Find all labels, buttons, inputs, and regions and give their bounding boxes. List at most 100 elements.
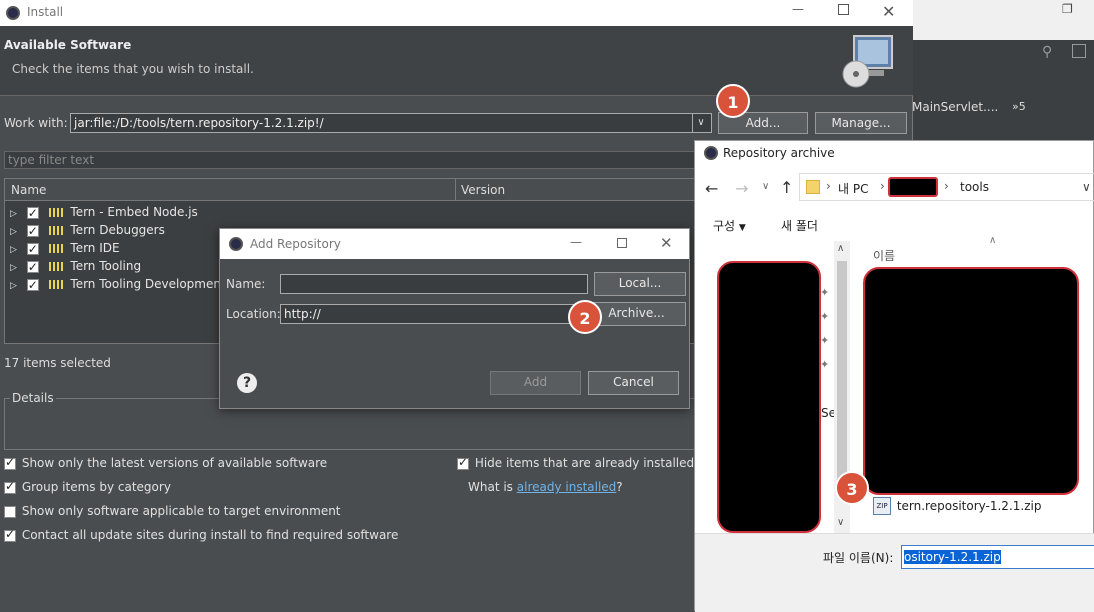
what-is-installed: What is already installed? xyxy=(468,480,623,494)
install-header: Available Software Check the items that … xyxy=(0,26,913,96)
expand-icon[interactable]: ▷ xyxy=(10,245,17,255)
install-title: Install xyxy=(27,5,64,19)
location-value: http:// xyxy=(284,307,321,321)
maximize-icon[interactable] xyxy=(838,4,849,15)
address-bar[interactable]: › 내 PC › › tools ∨ xyxy=(799,173,1094,201)
column-divider xyxy=(455,179,456,201)
forward-arrow-icon[interactable]: → xyxy=(735,179,748,198)
checkbox[interactable] xyxy=(4,527,16,542)
checkbox[interactable] xyxy=(457,455,469,470)
row-label: Tern Tooling Development R xyxy=(70,277,238,291)
location-label: Location: xyxy=(226,307,281,321)
row-label: Tern IDE xyxy=(70,241,120,255)
expand-icon[interactable]: ▷ xyxy=(10,209,17,219)
organize-menu[interactable]: 구성 ▼ xyxy=(713,217,746,234)
restore-icon[interactable]: ❐ xyxy=(1062,2,1086,18)
scroll-up-icon[interactable]: ∧ xyxy=(837,243,844,254)
install-titlebar: Install — ✕ xyxy=(0,0,913,26)
option-group-by-category[interactable]: Group items by category xyxy=(4,479,171,494)
filename-value: ository-1.2.1.zip xyxy=(904,550,1001,564)
eclipse-icon xyxy=(229,237,243,251)
scroll-thumb[interactable] xyxy=(837,261,847,493)
breadcrumb-sep: › xyxy=(944,179,949,193)
already-installed-link[interactable]: already installed xyxy=(517,480,617,494)
organize-label: 구성 xyxy=(713,219,736,233)
step-badge-1: 1 xyxy=(716,84,750,118)
maximize-icon[interactable] xyxy=(617,238,627,248)
row-checkbox[interactable] xyxy=(26,276,39,294)
list-item[interactable]: ZIP tern.repository-1.2.1.zip xyxy=(873,497,1093,517)
breadcrumb-sep: › xyxy=(880,179,885,193)
add-repo-cancel-button[interactable]: Cancel xyxy=(588,371,679,395)
local-button[interactable]: Local... xyxy=(594,272,686,296)
checkbox[interactable] xyxy=(4,479,16,494)
table-header: Name Version xyxy=(5,179,705,201)
redacted-file-list xyxy=(863,267,1079,495)
chevron-down-icon[interactable]: ∨ xyxy=(692,114,709,132)
filename-field[interactable]: ository-1.2.1.zip xyxy=(901,545,1094,569)
column-version[interactable]: Version xyxy=(461,183,505,197)
feature-icon xyxy=(48,208,63,217)
minimize-icon[interactable]: — xyxy=(570,235,582,249)
zip-icon: ZIP xyxy=(873,497,891,515)
row-label: Tern - Embed Node.js xyxy=(70,205,198,219)
filter-placeholder: type filter text xyxy=(8,153,95,167)
filter-input[interactable]: type filter text xyxy=(4,151,704,169)
folder-icon xyxy=(806,180,820,194)
help-icon[interactable]: ? xyxy=(237,373,257,393)
work-with-combo[interactable]: jar:file:/D:/tools/tern.repository-1.2.1… xyxy=(70,113,712,133)
expand-icon[interactable]: ▷ xyxy=(10,281,17,291)
ide-tab[interactable]: MainServlet.... xyxy=(912,100,1002,118)
option-hide-installed[interactable]: Hide items that are already installed xyxy=(457,455,695,470)
filename-row: 파일 이름(N): ository-1.2.1.zip xyxy=(695,533,1094,612)
row-label: Tern Tooling xyxy=(70,259,142,273)
back-arrow-icon[interactable]: ← xyxy=(705,179,718,198)
table-row[interactable]: ▷ Tern - Embed Node.js xyxy=(5,203,705,222)
row-checkbox[interactable] xyxy=(26,204,39,222)
up-arrow-icon[interactable]: ↑ xyxy=(780,178,793,197)
expand-icon[interactable]: ▷ xyxy=(10,227,17,237)
option-label: Group items by category xyxy=(21,480,171,494)
close-icon[interactable]: ✕ xyxy=(660,234,673,252)
name-field[interactable] xyxy=(280,274,588,294)
close-icon[interactable]: ✕ xyxy=(882,2,895,21)
location-field[interactable]: http:// xyxy=(280,304,588,324)
search-icon[interactable]: ⚲ xyxy=(1042,44,1052,60)
row-checkbox[interactable] xyxy=(26,222,39,240)
new-folder-button[interactable]: 새 폴더 xyxy=(781,217,818,234)
breadcrumb-pc[interactable]: 내 PC xyxy=(838,180,868,197)
history-chevron-icon[interactable]: ∨ xyxy=(762,181,769,192)
file-dialog-title: Repository archive xyxy=(723,146,835,160)
column-name[interactable]: Name xyxy=(11,183,46,197)
manage-button[interactable]: Manage... xyxy=(815,112,907,134)
caret-down-icon: ▼ xyxy=(738,223,746,233)
add-repo-add-button[interactable]: Add xyxy=(490,371,581,395)
column-name[interactable]: 이름 xyxy=(873,247,895,264)
option-label: Hide items that are already installed xyxy=(474,456,695,470)
tab-overflow[interactable]: »5 xyxy=(1012,100,1026,113)
breadcrumb-sep: › xyxy=(826,179,831,193)
add-repo-titlebar: Add Repository — ✕ xyxy=(220,229,689,259)
sort-ascending-icon[interactable]: ∧ xyxy=(989,235,996,246)
row-label: Tern Debuggers xyxy=(70,223,165,237)
feature-icon xyxy=(48,244,63,253)
breadcrumb-tools[interactable]: tools xyxy=(960,180,989,194)
option-latest-versions[interactable]: Show only the latest versions of availab… xyxy=(4,455,327,470)
address-dropdown-icon[interactable]: ∨ xyxy=(1082,180,1091,194)
option-contact-sites[interactable]: Contact all update sites during install … xyxy=(4,527,398,542)
file-list: ∧ 이름 ZIP tern.repository-1.2.1.zip xyxy=(855,235,1094,533)
add-repo-title: Add Repository xyxy=(250,237,341,251)
option-label: Show only software applicable to target … xyxy=(21,504,341,518)
checkbox[interactable] xyxy=(4,505,16,518)
feature-icon xyxy=(48,226,63,235)
option-target-env[interactable]: Show only software applicable to target … xyxy=(4,504,341,518)
checkbox[interactable] xyxy=(4,455,16,470)
row-checkbox[interactable] xyxy=(26,258,39,276)
minimize-icon[interactable]: — xyxy=(792,2,804,16)
expand-icon[interactable]: ▷ xyxy=(10,263,17,273)
scroll-down-icon[interactable]: ∨ xyxy=(837,517,844,528)
work-with-label: Work with: xyxy=(4,116,68,130)
page-title: Available Software xyxy=(4,38,132,52)
perspective-icon[interactable] xyxy=(1072,44,1086,58)
row-checkbox[interactable] xyxy=(26,240,39,258)
